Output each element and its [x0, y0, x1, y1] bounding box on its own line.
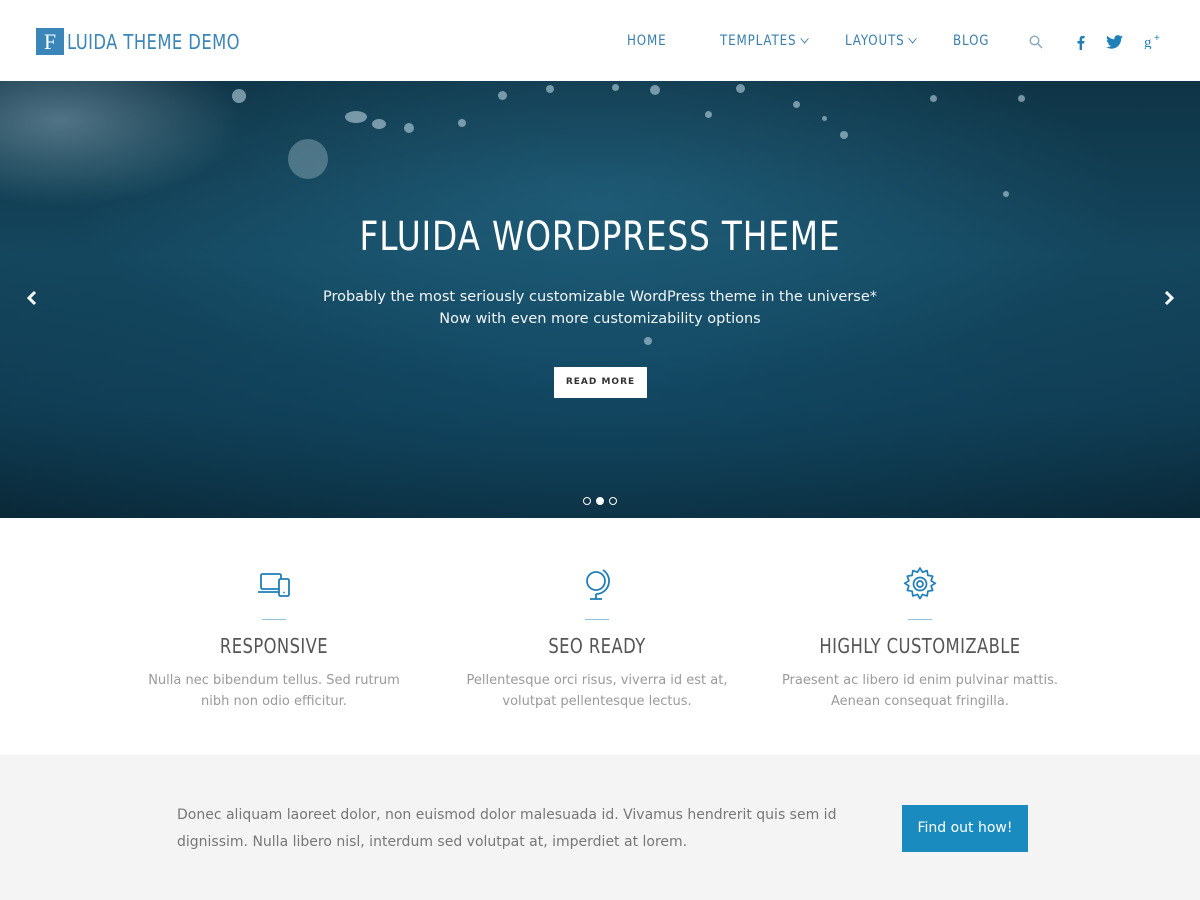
bubble-decoration	[498, 91, 507, 100]
slider-dot-3[interactable]	[609, 497, 617, 505]
bubble-decoration	[840, 131, 848, 139]
globe-icon	[579, 566, 615, 602]
chevron-down-icon	[800, 33, 809, 44]
read-more-button[interactable]: READ MORE	[554, 367, 647, 398]
devices-icon	[256, 566, 292, 602]
bubble-decoration	[1003, 191, 1009, 197]
find-out-how-button[interactable]: Find out how!	[902, 805, 1028, 852]
nav-item-layouts-label: LAYOUTS	[845, 33, 905, 49]
bubble-decoration	[232, 89, 246, 103]
feature-divider	[908, 619, 932, 620]
feature-title: RESPONSIVE	[219, 634, 329, 658]
chevron-right-icon	[1164, 290, 1175, 306]
nav-item-layouts[interactable]: LAYOUTS	[845, 33, 917, 49]
cta-text: Donec aliquam laoreet dolor, non euismod…	[177, 807, 837, 850]
slider-pagination	[583, 497, 617, 505]
bubble-decoration	[822, 116, 827, 121]
bubble-decoration	[345, 111, 367, 123]
bubble-decoration	[650, 85, 660, 95]
twitter-icon[interactable]	[1106, 35, 1123, 54]
feature-title: HIGHLY CUSTOMIZABLE	[819, 634, 1021, 658]
nav-item-home[interactable]: HOME	[627, 33, 667, 49]
feature-text: Nulla nec bibendum tellus. Sed rutrum ni…	[148, 673, 400, 709]
bubble-decoration	[404, 123, 414, 133]
site-header: F LUIDA THEME DEMO HOME TEMPLATES LAYOUT…	[0, 0, 1200, 81]
chevron-left-icon	[26, 290, 37, 306]
facebook-icon[interactable]	[1076, 35, 1085, 55]
google-plus-icon[interactable]: g +	[1144, 33, 1164, 54]
nav-item-templates-label: TEMPLATES	[720, 33, 797, 49]
feature-divider	[585, 619, 609, 620]
hero-title: FLUIDA WORDPRESS THEME	[359, 214, 841, 260]
chevron-down-icon	[908, 33, 917, 44]
bubble-decoration	[736, 84, 745, 93]
hero-subtitle-line1: Probably the most seriously customizable…	[322, 289, 878, 305]
search-icon[interactable]	[1029, 35, 1043, 54]
main-navigation: HOME TEMPLATES LAYOUTS BLOG g +	[0, 33, 1200, 53]
bubble-decoration	[930, 95, 937, 102]
nav-item-blog-label: BLOG	[953, 33, 990, 49]
hero-subtitle-line2: Now with even more customizability optio…	[439, 311, 761, 327]
gear-icon	[902, 566, 938, 602]
nav-item-home-label: HOME	[627, 33, 667, 49]
bubble-decoration	[372, 119, 386, 129]
svg-text:+: +	[1154, 33, 1160, 44]
bubble-decoration	[612, 84, 619, 91]
slider-next-button[interactable]	[1161, 290, 1177, 306]
bubble-decoration	[644, 337, 652, 345]
slider-dot-1[interactable]	[583, 497, 591, 505]
slider-dot-2[interactable]	[596, 497, 604, 505]
bubble-decoration	[288, 139, 328, 179]
svg-text:g: g	[1144, 35, 1152, 49]
bubble-decoration	[458, 119, 466, 127]
hero-slider: FLUIDA WORDPRESS THEME Probably the most…	[0, 81, 1200, 518]
feature-text: Praesent ac libero id enim pulvinar matt…	[781, 673, 1059, 709]
feature-title: SEO READY	[548, 634, 646, 658]
bubble-decoration	[705, 111, 712, 118]
bubble-decoration	[1018, 95, 1025, 102]
bubble-decoration	[793, 101, 800, 108]
nav-item-templates[interactable]: TEMPLATES	[720, 33, 809, 49]
nav-item-blog[interactable]: BLOG	[953, 33, 989, 49]
call-to-action-section: Donec aliquam laoreet dolor, non euismod…	[0, 755, 1200, 900]
feature-divider	[262, 619, 286, 620]
feature-text: Pellentesque orci risus, viverra id est …	[466, 673, 728, 709]
bubble-decoration	[546, 85, 554, 93]
slider-prev-button[interactable]	[24, 290, 40, 306]
features-section: RESPONSIVE Nulla nec bibendum tellus. Se…	[0, 518, 1200, 755]
